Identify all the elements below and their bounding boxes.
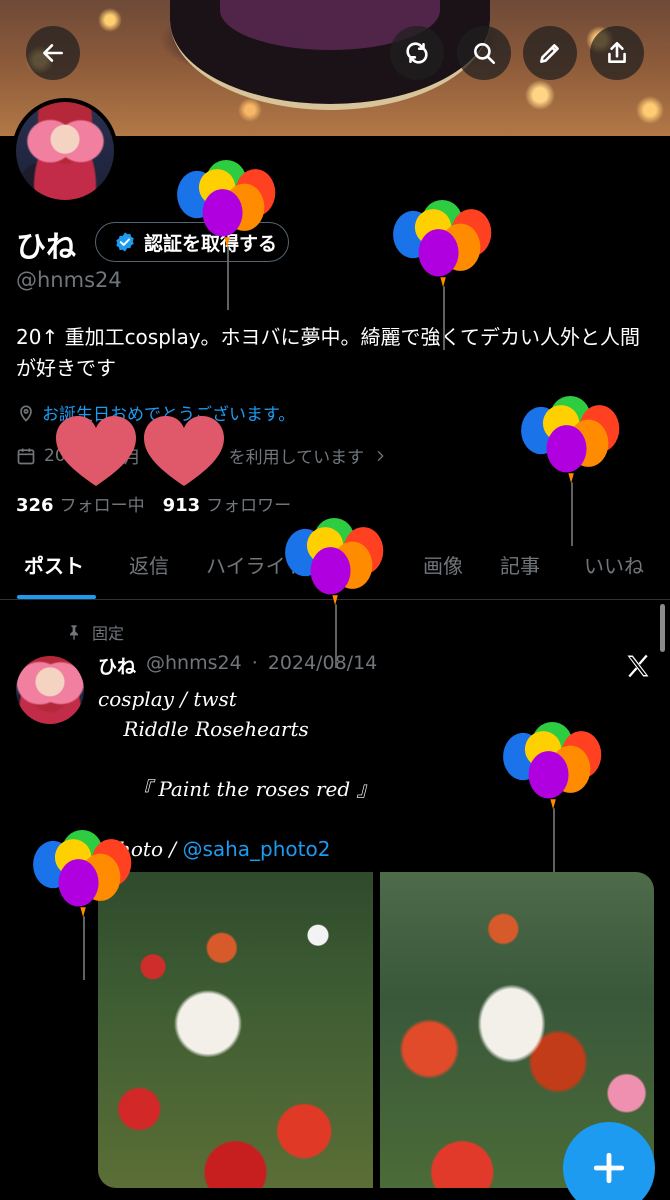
tab-articles[interactable]: 記事 bbox=[500, 550, 540, 579]
tab-posts[interactable]: ポスト bbox=[24, 550, 84, 579]
tab-likes[interactable]: いいね bbox=[584, 550, 644, 579]
pinned-label: 固定 bbox=[92, 624, 125, 643]
followers-stat[interactable]: 913 フォロワー bbox=[163, 491, 292, 516]
refresh-button[interactable] bbox=[390, 26, 444, 80]
edit-icon bbox=[540, 44, 559, 63]
post-line-2: Riddle Rosehearts bbox=[98, 717, 309, 741]
photographer-mention[interactable]: @saha_photo2 bbox=[182, 837, 330, 861]
balloons-sticker bbox=[177, 160, 276, 310]
plus-icon bbox=[593, 1152, 625, 1184]
pinned-indicator: 固定 bbox=[66, 620, 124, 644]
refresh-icon bbox=[406, 42, 428, 64]
back-button[interactable] bbox=[26, 26, 80, 80]
heart-sticker bbox=[56, 416, 136, 486]
following-count: 326 bbox=[16, 495, 54, 516]
active-tab-indicator bbox=[17, 595, 96, 599]
chevron-right-icon bbox=[377, 450, 384, 461]
x-logo-icon bbox=[627, 654, 649, 678]
profile-bio: 20↑ 重加工cosplay。ホヨバに夢中。綺麗で強くてデカい人外と人間が好きで… bbox=[16, 325, 640, 380]
following-stat[interactable]: 326 フォロー中 bbox=[16, 491, 145, 516]
location-icon bbox=[20, 405, 32, 422]
share-button[interactable] bbox=[590, 26, 644, 80]
profile-handle: @hnms24 bbox=[16, 268, 122, 292]
follow-stats: 326 フォロー中 913 フォロワー bbox=[16, 491, 291, 516]
post-author-avatar[interactable] bbox=[16, 656, 84, 724]
profile-name: ひね bbox=[16, 230, 76, 265]
post-line-3: 『 Paint the roses red 』 bbox=[132, 777, 377, 801]
balloons-sticker bbox=[521, 396, 620, 546]
post-author-name[interactable]: ひね bbox=[98, 652, 136, 679]
share-icon bbox=[608, 41, 626, 63]
balloons-sticker bbox=[503, 722, 602, 872]
search-button[interactable] bbox=[457, 26, 511, 80]
post-date-separator: · bbox=[251, 652, 258, 674]
profile-avatar[interactable] bbox=[12, 98, 118, 204]
post-line-1: cosplay / twst bbox=[98, 687, 237, 711]
post-author-handle[interactable]: @hnms24 bbox=[146, 652, 242, 679]
balloons-sticker bbox=[33, 830, 132, 980]
heart-sticker bbox=[144, 416, 224, 486]
joined-suffix: を利用しています bbox=[228, 448, 365, 468]
post-line-4: hoto / @saha_photo2 bbox=[118, 837, 330, 861]
scrollbar[interactable] bbox=[660, 604, 665, 652]
avatar-image bbox=[16, 102, 114, 200]
calendar-icon bbox=[17, 448, 35, 464]
back-arrow-icon bbox=[43, 44, 63, 62]
verified-badge-icon bbox=[116, 232, 134, 252]
followers-count: 913 bbox=[162, 495, 201, 516]
search-icon bbox=[474, 43, 496, 65]
balloons-sticker bbox=[393, 200, 492, 350]
followers-label: フォロワー bbox=[206, 496, 292, 516]
following-label: フォロー中 bbox=[59, 496, 145, 516]
balloons-sticker bbox=[285, 518, 384, 668]
tab-replies[interactable]: 返信 bbox=[129, 550, 169, 579]
pin-icon bbox=[70, 625, 78, 640]
edit-button[interactable] bbox=[523, 26, 577, 80]
tab-media[interactable]: 画像 bbox=[423, 550, 463, 579]
